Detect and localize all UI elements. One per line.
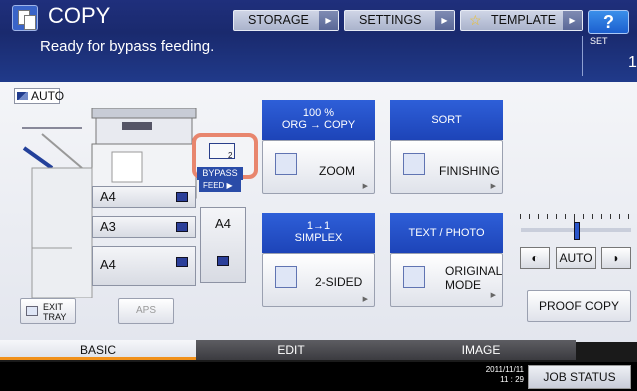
- paper-icon: [176, 222, 188, 232]
- settings-button[interactable]: SETTINGS ▶: [344, 10, 455, 31]
- side-tray[interactable]: A4: [200, 207, 246, 283]
- zoom-icon: [275, 153, 297, 175]
- finishing-icon: [403, 153, 425, 175]
- feed-label: FEED ▶: [199, 180, 241, 192]
- original-mode-header: TEXT / PHOTO: [390, 213, 503, 253]
- original-mode-button[interactable]: ORIGINAL MODE ▶: [390, 253, 503, 307]
- tab-basic[interactable]: BASIC: [0, 340, 196, 360]
- sided-header: 1→1 SIMPLEX: [262, 213, 375, 253]
- original-icon: [17, 92, 28, 100]
- zoom-button[interactable]: ZOOM ▶: [262, 140, 375, 194]
- paper-icon: [176, 192, 188, 202]
- star-icon: ☆: [469, 12, 482, 28]
- tab-image[interactable]: IMAGE: [386, 340, 576, 360]
- set-label: SET: [590, 36, 608, 46]
- 2-sided-button[interactable]: 2-SIDED ▶: [262, 253, 375, 307]
- status-message: Ready for bypass feeding.: [40, 38, 215, 55]
- aps-button[interactable]: APS: [118, 298, 174, 324]
- storage-button[interactable]: STORAGE ▶: [233, 10, 339, 31]
- page-title: COPY: [48, 3, 111, 28]
- original-mode-icon: [403, 266, 425, 288]
- exit-tray-button[interactable]: EXIT TRAY: [20, 298, 76, 324]
- set-count: 1: [628, 54, 637, 71]
- bypass-count: 2: [228, 151, 233, 160]
- tray-2[interactable]: A3: [92, 216, 196, 238]
- lighter-button[interactable]: ◐: [520, 247, 550, 269]
- template-button[interactable]: ☆ TEMPLATE ▶: [460, 10, 583, 31]
- darker-button[interactable]: ◗: [601, 247, 631, 269]
- tray-1[interactable]: A4: [92, 186, 196, 208]
- chevron-right-icon: ▶: [319, 11, 338, 30]
- date-time: 2011/11/11 11 : 29: [485, 365, 524, 384]
- bypass-label: BYPASS: [197, 167, 243, 180]
- tray-icon: [26, 306, 38, 316]
- finishing-header: SORT: [390, 100, 503, 140]
- chevron-right-icon: ▶: [435, 11, 454, 30]
- chevron-right-icon: ▶: [563, 11, 582, 30]
- finishing-button[interactable]: FINISHING ▶: [390, 140, 503, 194]
- divider: [582, 36, 583, 76]
- auto-density-button[interactable]: AUTO: [556, 247, 596, 269]
- paper-icon: [176, 257, 188, 267]
- copy-icon: [12, 5, 38, 31]
- proof-copy-button[interactable]: PROOF COPY: [527, 290, 631, 322]
- tray-3[interactable]: A4: [92, 246, 196, 286]
- paper-icon: [217, 256, 229, 266]
- zoom-header: 100 % ORG → COPY: [262, 100, 375, 140]
- auto-indicator: AUTO: [14, 88, 64, 104]
- help-button[interactable]: ?: [588, 10, 629, 34]
- density-knob[interactable]: [574, 222, 580, 240]
- job-status-button[interactable]: JOB STATUS: [528, 365, 631, 389]
- 2-sided-icon: [275, 266, 297, 288]
- tab-edit[interactable]: EDIT: [196, 340, 386, 360]
